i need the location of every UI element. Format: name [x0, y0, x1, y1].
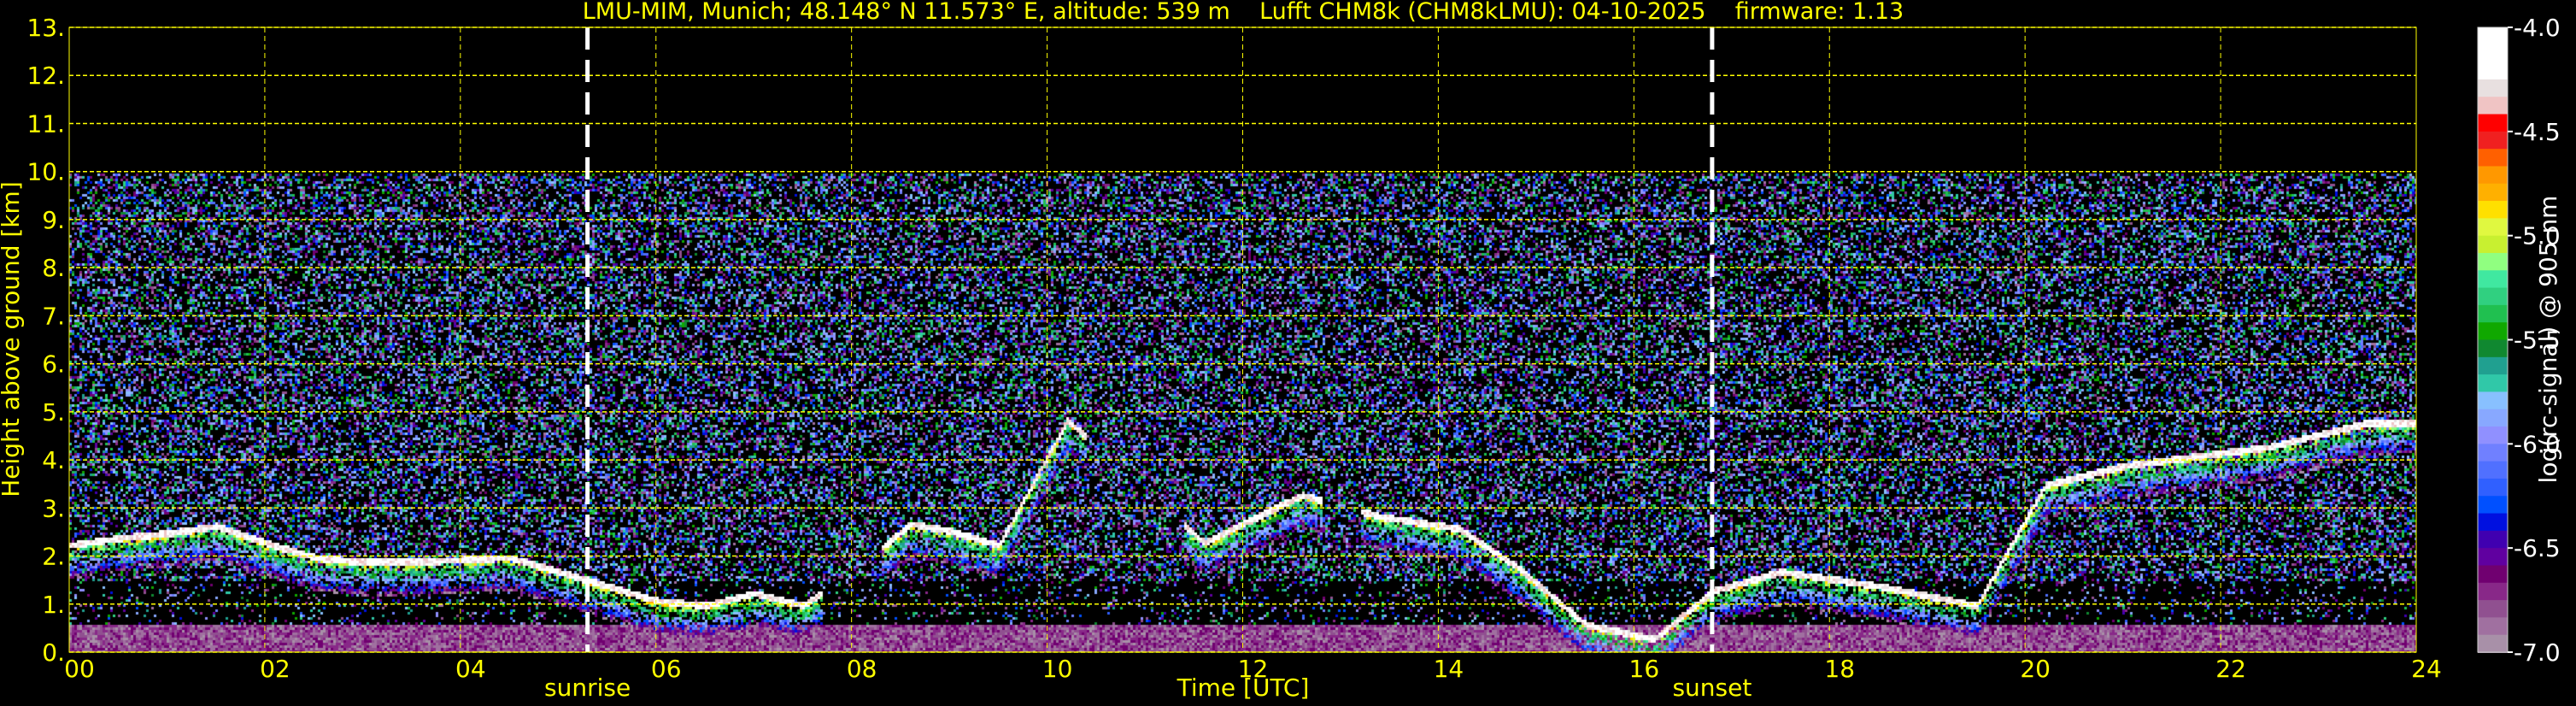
x-axis-label: Time [UTC]	[1177, 674, 1310, 702]
grid-lines	[68, 26, 2417, 653]
y-tick-label: 4.	[42, 446, 65, 474]
y-tick-label: 10.	[26, 158, 65, 186]
colorbar-swatch	[2478, 235, 2508, 254]
y-tick-label: 13.	[26, 14, 65, 42]
colorbar-swatch	[2478, 62, 2508, 80]
colorbar-swatch	[2478, 201, 2508, 220]
y-tick-label: 8.	[42, 254, 65, 282]
colorbar-swatch	[2478, 114, 2508, 132]
colorbar-swatch	[2478, 131, 2508, 150]
x-tick-label: 18	[1824, 655, 1855, 683]
colorbar-swatch	[2478, 444, 2508, 462]
colorbar-swatch	[2478, 322, 2508, 341]
x-tick-label: 22	[2215, 655, 2246, 683]
colorbar-swatch	[2478, 409, 2508, 428]
y-tick-label: 1.	[42, 591, 65, 619]
x-tick-label: 02	[260, 655, 290, 683]
colorbar-swatch	[2478, 634, 2508, 653]
colorbar-swatch	[2478, 218, 2508, 237]
colorbar-swatch	[2478, 582, 2508, 602]
sunrise-label: sunrise	[544, 674, 631, 702]
colorbar-swatch	[2478, 339, 2508, 358]
y-tick-label: 11.	[26, 109, 65, 138]
colorbar-swatch	[2478, 44, 2508, 63]
y-tick-label: 9.	[42, 206, 65, 234]
colorbar-swatch	[2478, 183, 2508, 203]
y-axis-ticks: 0. 1. 2. 3. 4. 5. 6. 7. 8. 9. 10. 11. 12. 13.	[26, 14, 65, 667]
chart-axes: sunrise sunset 0. 1. 2. 3. 4. 5. 6. 7. 8. 9. 10. 11.…	[0, 14, 2562, 702]
x-tick-label: 10	[1042, 655, 1073, 683]
colorbar-label: log(rc-signal) @ 905 nm	[2534, 196, 2562, 484]
colorbar-swatch	[2478, 565, 2508, 584]
colorbar-swatch	[2478, 97, 2508, 115]
x-tick-label: 04	[455, 655, 486, 683]
x-tick-label: 14	[1434, 655, 1464, 683]
x-tick-label: 16	[1629, 655, 1660, 683]
sun-markers: sunrise sunset	[544, 27, 1752, 702]
colorbar-swatch	[2478, 478, 2508, 497]
colorbar-swatch	[2478, 270, 2508, 289]
colorbar-swatch	[2478, 496, 2508, 515]
colorbar-swatch	[2478, 461, 2508, 479]
y-tick-label: 3.	[42, 494, 65, 522]
colorbar-swatch	[2478, 548, 2508, 567]
x-tick-label: 24	[2411, 655, 2442, 683]
colorbar-swatch	[2478, 149, 2508, 168]
y-tick-label: 0.	[42, 638, 65, 667]
y-tick-label: 5.	[42, 398, 65, 427]
colorbar-swatch	[2478, 513, 2508, 532]
colorbar-tick-label: -4.5	[2514, 118, 2561, 146]
colorbar-swatch	[2478, 617, 2508, 636]
y-tick-label: 7.	[42, 302, 65, 330]
colorbar-swatch	[2478, 27, 2508, 46]
colorbar-tick-label: -7.0	[2514, 638, 2561, 667]
colorbar-swatch	[2478, 79, 2508, 98]
x-tick-label: 00	[64, 655, 95, 683]
colorbar-swatch	[2478, 166, 2508, 185]
colorbar-swatch	[2478, 530, 2508, 550]
y-tick-label: 6.	[42, 350, 65, 379]
colorbar-swatch	[2478, 391, 2508, 410]
sunset-label: sunset	[1672, 674, 1752, 702]
x-tick-label: 08	[847, 655, 877, 683]
y-tick-label: 12.	[26, 62, 65, 90]
x-tick-label: 06	[651, 655, 682, 683]
colorbar-swatch	[2478, 287, 2508, 306]
y-tick-label: 2.	[42, 543, 65, 571]
colorbar-swatch	[2478, 427, 2508, 445]
x-tick-label: 20	[2020, 655, 2051, 683]
colorbar-tick-label: -4.0	[2514, 14, 2561, 42]
colorbar-swatch	[2478, 252, 2508, 272]
colorbar-swatch	[2478, 304, 2508, 324]
colorbar-swatch	[2478, 356, 2508, 376]
colorbar-tick-label: -6.5	[2514, 534, 2561, 562]
colorbar-swatch	[2478, 374, 2508, 393]
colorbar-swatch	[2478, 600, 2508, 619]
y-axis-label: Height above ground [km]	[0, 181, 25, 497]
